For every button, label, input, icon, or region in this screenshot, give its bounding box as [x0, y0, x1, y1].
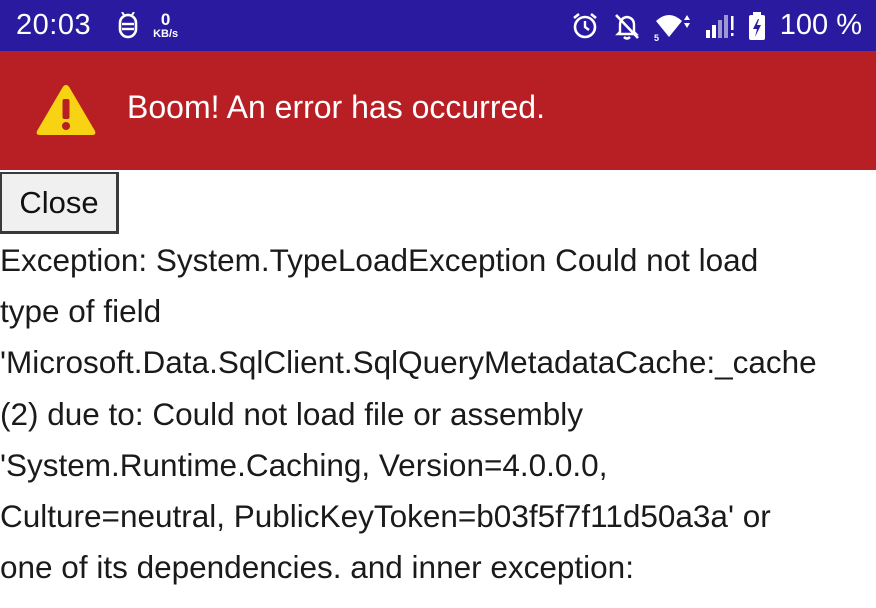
net-speed: 0 KB/s — [153, 11, 178, 40]
error-banner: Boom! An error has occurred. — [0, 51, 876, 170]
error-message-line: Exception: System.TypeLoadException Coul… — [0, 242, 759, 278]
cell-signal-icon — [704, 12, 736, 40]
net-speed-unit: KB/s — [153, 28, 179, 40]
status-bar: 20:03 0 KB/s 5 100 % — [0, 0, 876, 51]
status-left: 20:03 0 KB/s — [16, 9, 570, 42]
wifi-generation-label: 5 — [654, 33, 659, 41]
error-message-line: (2) due to: Could not load file or assem… — [0, 395, 584, 432]
notifications-off-icon — [612, 11, 642, 41]
error-message: Exception: System.TypeLoadException Coul… — [0, 235, 876, 608]
close-button[interactable]: Close — [0, 172, 119, 234]
net-speed-value: 0 — [160, 10, 171, 29]
error-title: Boom! An error has occurred. — [127, 89, 545, 125]
battery-charging-icon — [748, 11, 766, 41]
status-time: 20:03 — [16, 9, 92, 41]
usb-debug-icon — [117, 11, 139, 40]
alarm-icon — [570, 11, 600, 41]
battery-percentage: 100 % — [779, 9, 862, 41]
wifi-icon: 5 — [654, 11, 692, 41]
error-message-line: type of field — [0, 293, 162, 330]
error-message-line: Culture=neutral, PublicKeyToken=b03f5f7f… — [0, 497, 771, 534]
status-right: 5 100 % — [570, 9, 862, 42]
warning-icon — [34, 82, 98, 138]
error-message-line: one of its dependencies. and inner excep… — [0, 549, 634, 586]
error-message-line: 'Microsoft.Data.SqlClient.SqlQueryMetada… — [0, 344, 817, 381]
error-message-line: 'System.Runtime.Caching, Version=4.0.0.0… — [0, 446, 608, 483]
